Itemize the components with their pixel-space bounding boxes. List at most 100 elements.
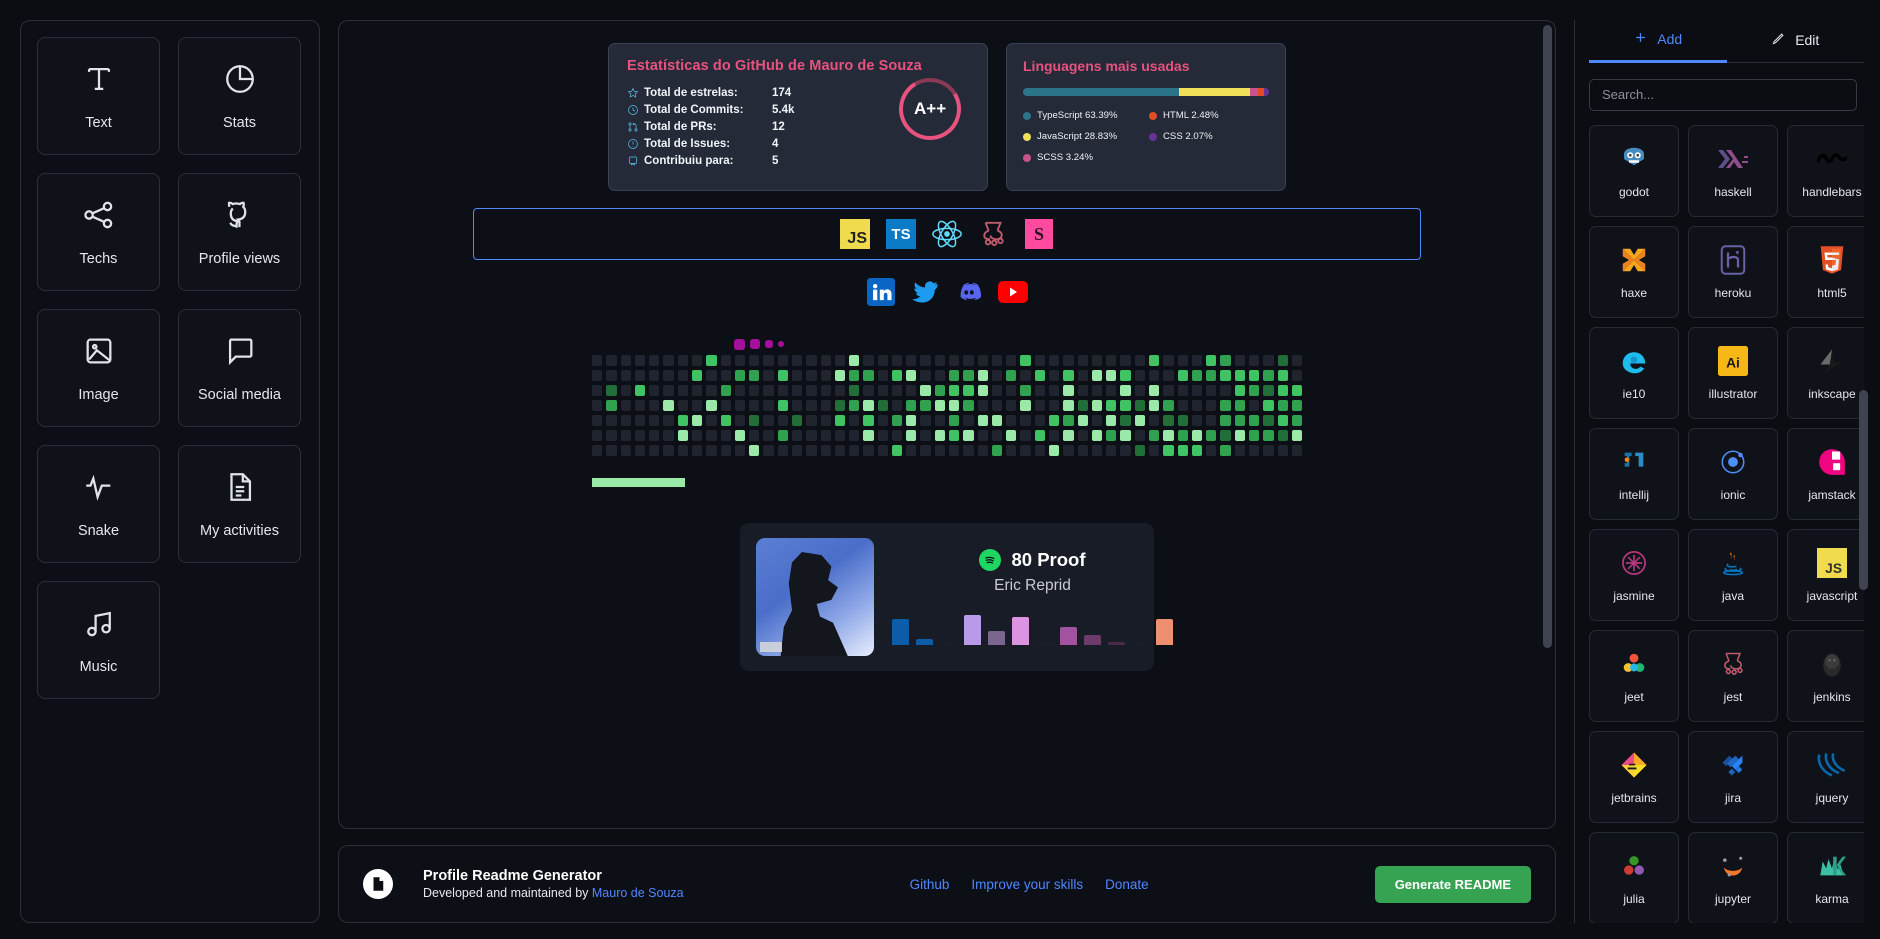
discord-icon[interactable] xyxy=(954,277,984,307)
sidebar-item-music[interactable]: Music xyxy=(37,581,160,699)
youtube-icon[interactable] xyxy=(998,277,1028,307)
tech-icon-label: godot xyxy=(1618,185,1650,200)
preview-scrollbar[interactable] xyxy=(1543,25,1552,824)
contribution-cell xyxy=(1220,445,1231,456)
footer-link-improve-your-skills[interactable]: Improve your skills xyxy=(971,877,1083,892)
sidebar-item-text[interactable]: Text xyxy=(37,37,160,155)
contribution-cell xyxy=(620,430,631,441)
github-stat-label: Total de Issues: xyxy=(644,138,731,150)
tech-icon-label: jupyter xyxy=(1714,892,1752,907)
contribution-cell xyxy=(720,355,731,366)
contribution-cell xyxy=(1077,370,1088,381)
contribution-cell xyxy=(1206,385,1217,396)
tech-icon-jenkins[interactable]: jenkins xyxy=(1787,629,1864,722)
tech-icon-html5[interactable]: html5 xyxy=(1787,225,1864,318)
contribution-cell xyxy=(791,355,803,366)
language-bar-segment xyxy=(1178,88,1250,96)
tech-grid-scrollbar[interactable] xyxy=(1859,390,1868,590)
tech-icon-jupyter[interactable]: jupyter xyxy=(1688,831,1778,923)
tech-icon-jamstack[interactable]: jamstack xyxy=(1787,427,1864,520)
tech-icon-handlebars[interactable]: handlebars xyxy=(1787,124,1864,217)
tech-icon-julia[interactable]: julia xyxy=(1589,831,1679,923)
contribution-cell xyxy=(934,415,946,426)
contribution-cell xyxy=(1020,370,1031,381)
contribution-cell xyxy=(592,385,603,396)
footer-link-donate[interactable]: Donate xyxy=(1105,877,1149,892)
contribution-cell xyxy=(1263,400,1274,411)
app-title: Profile Readme Generator xyxy=(423,868,602,884)
tab-edit[interactable]: Edit xyxy=(1726,20,1864,63)
sass-badge: S xyxy=(1023,218,1055,250)
contribution-cell xyxy=(977,355,988,366)
contribution-cell xyxy=(1163,445,1174,456)
linkedin-icon[interactable] xyxy=(866,277,896,307)
sidebar-item-snake[interactable]: Snake xyxy=(37,445,160,563)
language-bar-segment xyxy=(1023,88,1179,96)
tech-icon-karma[interactable]: karma xyxy=(1787,831,1864,923)
contribution-cell xyxy=(1020,385,1031,396)
contribution-cell xyxy=(1206,400,1217,411)
contribution-cell xyxy=(691,355,703,366)
tech-icon-ionic[interactable]: ionic xyxy=(1688,427,1778,520)
tech-icon-jasmine[interactable]: jasmine xyxy=(1589,528,1679,621)
sidebar-item-image[interactable]: Image xyxy=(37,309,160,427)
tech-icon-intellij[interactable]: intellij xyxy=(1589,427,1679,520)
tech-icon-jest[interactable]: jest xyxy=(1688,629,1778,722)
github-grade-value: A++ xyxy=(913,98,947,118)
contribution-cell xyxy=(849,400,860,411)
sidebar-item-social-media[interactable]: Social media xyxy=(178,309,301,427)
author-link[interactable]: Mauro de Souza xyxy=(592,886,684,900)
sidebar-item-stats[interactable]: Stats xyxy=(178,37,301,155)
tech-icon-jira[interactable]: jira xyxy=(1688,730,1778,823)
contribution-cell xyxy=(1263,430,1274,441)
tech-icon-ie10[interactable]: ie10 xyxy=(1589,326,1679,419)
twitter-icon[interactable] xyxy=(910,277,940,307)
contribution-cell xyxy=(677,430,688,441)
contribution-cell xyxy=(1234,415,1245,426)
contribution-cell xyxy=(1106,430,1117,441)
tech-icon-javascript[interactable]: JS javascript xyxy=(1787,528,1864,621)
tech-icon-inkscape[interactable]: inkscape xyxy=(1787,326,1864,419)
tech-icon-heroku[interactable]: heroku xyxy=(1688,225,1778,318)
spotify-icon xyxy=(979,549,1002,571)
sidebar-item-my-activities[interactable]: My activities xyxy=(178,445,301,563)
tech-icon-java[interactable]: java xyxy=(1688,528,1778,621)
contribution-cell xyxy=(1234,385,1245,396)
tech-icon-jeet[interactable]: jeet xyxy=(1589,629,1679,722)
footer-link-github[interactable]: Github xyxy=(910,877,950,892)
contribution-cell xyxy=(963,400,974,411)
contribution-cell xyxy=(949,430,960,441)
contribution-cell xyxy=(1177,445,1188,456)
snake-segment xyxy=(778,341,784,347)
tech-icon-haskell[interactable]: haskell xyxy=(1688,124,1778,217)
contribution-cell xyxy=(863,430,874,441)
language-label: SCSS 3.24% xyxy=(1037,152,1093,163)
tech-icon-jetbrains[interactable]: jetbrains xyxy=(1589,730,1679,823)
contribution-cell xyxy=(963,430,974,441)
sidebar-item-techs[interactable]: Techs xyxy=(37,173,160,291)
contribution-cell xyxy=(820,445,831,456)
contribution-cell xyxy=(1191,430,1203,441)
contribution-cell xyxy=(1291,385,1303,396)
contribution-cell xyxy=(1291,355,1303,366)
github-stat-row: Total de Issues: 4 xyxy=(627,138,969,150)
contribution-cell xyxy=(1134,430,1145,441)
julia-icon xyxy=(1620,849,1648,883)
contribution-cell xyxy=(1120,415,1131,426)
sidebar-item-profile-views[interactable]: Profile views xyxy=(178,173,301,291)
contribution-cell xyxy=(1206,370,1217,381)
contribution-cell xyxy=(749,400,760,411)
tab-add[interactable]: Add xyxy=(1589,20,1727,63)
tech-icon-godot[interactable]: godot xyxy=(1589,124,1679,217)
contribution-cell xyxy=(906,385,917,396)
contribution-cell xyxy=(906,415,917,426)
tech-icon-haxe[interactable]: haxe xyxy=(1589,225,1679,318)
contribution-cell xyxy=(777,355,788,366)
search-input[interactable] xyxy=(1589,79,1857,111)
generate-readme-button[interactable]: Generate README xyxy=(1374,865,1531,903)
contribution-cell xyxy=(663,400,674,411)
top-languages-card: Linguagens mais usadas TypeScript 63.39%… xyxy=(1006,43,1286,191)
tech-icon-illustrator[interactable]: Ai illustrator xyxy=(1688,326,1778,419)
language-label: HTML 2.48% xyxy=(1163,110,1219,121)
tech-icon-jquery[interactable]: jquery xyxy=(1787,730,1864,823)
